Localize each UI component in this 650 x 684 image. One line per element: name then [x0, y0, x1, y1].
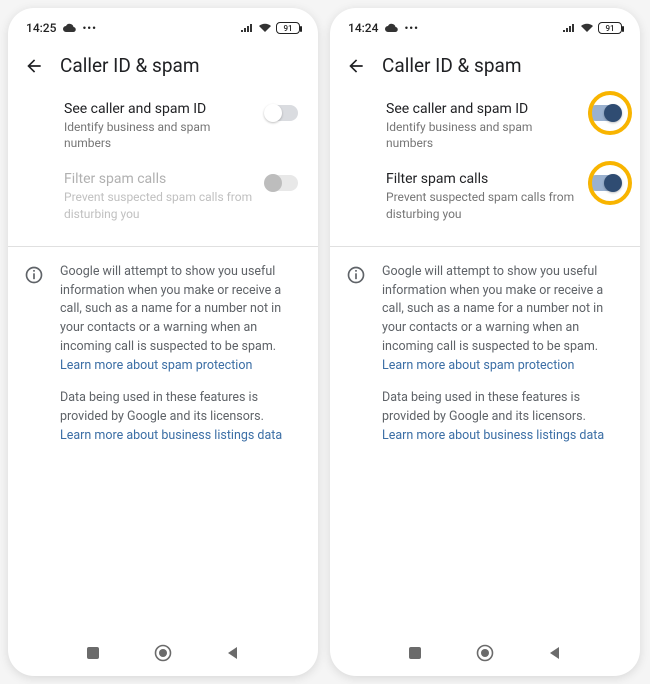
info-icon [346, 265, 368, 460]
info-paragraph-1: Google will attempt to show you useful i… [382, 263, 620, 376]
cloud-icon [62, 23, 76, 33]
setting-subtitle: Prevent suspected spam calls from distur… [64, 189, 254, 221]
info-icon [24, 265, 46, 460]
battery-icon: 91 [276, 22, 300, 34]
settings-section: See caller and spam ID Identify business… [8, 85, 318, 246]
link-business-listings[interactable]: Learn more about business listings data [382, 428, 604, 443]
setting-subtitle: Identify business and spam numbers [386, 119, 576, 151]
nav-recents[interactable] [405, 643, 425, 663]
cloud-icon [384, 23, 398, 33]
setting-title: See caller and spam ID [64, 101, 254, 117]
link-spam-protection[interactable]: Learn more about spam protection [382, 358, 574, 373]
setting-title: Filter spam calls [386, 171, 576, 187]
setting-title: See caller and spam ID [386, 101, 576, 117]
back-button[interactable] [346, 56, 366, 76]
nav-back[interactable] [223, 643, 243, 663]
app-header: Caller ID & spam [330, 40, 640, 85]
setting-subtitle: Identify business and spam numbers [64, 119, 254, 151]
battery-icon: 91 [598, 22, 622, 34]
status-time: 14:24 [348, 21, 378, 35]
phone-screen-left: 14:25 ••• 91 Caller ID & spam See [8, 8, 318, 676]
setting-subtitle: Prevent suspected spam calls from distur… [386, 189, 576, 221]
status-bar: 14:25 ••• 91 [8, 8, 318, 40]
signal-icon [240, 23, 254, 33]
info-paragraph-2: Data being used in these features is pro… [60, 389, 298, 445]
link-business-listings[interactable]: Learn more about business listings data [60, 428, 282, 443]
phone-screen-right: 14:24 ••• 91 Caller ID & spam See [330, 8, 640, 676]
nav-back[interactable] [545, 643, 565, 663]
settings-section: See caller and spam ID Identify business… [330, 85, 640, 246]
nav-home[interactable] [475, 643, 495, 663]
wifi-icon [258, 23, 272, 33]
wifi-icon [580, 23, 594, 33]
setting-filter-spam[interactable]: Filter spam calls Prevent suspected spam… [330, 161, 640, 231]
setting-see-caller-id[interactable]: See caller and spam ID Identify business… [8, 91, 318, 161]
nav-home[interactable] [153, 643, 173, 663]
nav-bar [8, 636, 318, 676]
info-section: Google will attempt to show you useful i… [8, 247, 318, 460]
setting-see-caller-id[interactable]: See caller and spam ID Identify business… [330, 91, 640, 161]
more-icon: ••• [82, 22, 97, 35]
toggle-filter-spam [266, 175, 298, 191]
info-paragraph-2: Data being used in these features is pro… [382, 389, 620, 445]
toggle-filter-spam[interactable] [588, 175, 620, 191]
setting-filter-spam: Filter spam calls Prevent suspected spam… [8, 161, 318, 231]
status-time: 14:25 [26, 21, 56, 35]
toggle-see-caller-id[interactable] [266, 105, 298, 121]
app-header: Caller ID & spam [8, 40, 318, 85]
link-spam-protection[interactable]: Learn more about spam protection [60, 358, 252, 373]
nav-bar [330, 636, 640, 676]
signal-icon [562, 23, 576, 33]
nav-recents[interactable] [83, 643, 103, 663]
page-title: Caller ID & spam [382, 54, 522, 77]
setting-title: Filter spam calls [64, 171, 254, 187]
page-title: Caller ID & spam [60, 54, 200, 77]
toggle-see-caller-id[interactable] [588, 105, 620, 121]
more-icon: ••• [404, 22, 419, 35]
back-button[interactable] [24, 56, 44, 76]
status-bar: 14:24 ••• 91 [330, 8, 640, 40]
info-section: Google will attempt to show you useful i… [330, 247, 640, 460]
info-paragraph-1: Google will attempt to show you useful i… [60, 263, 298, 376]
